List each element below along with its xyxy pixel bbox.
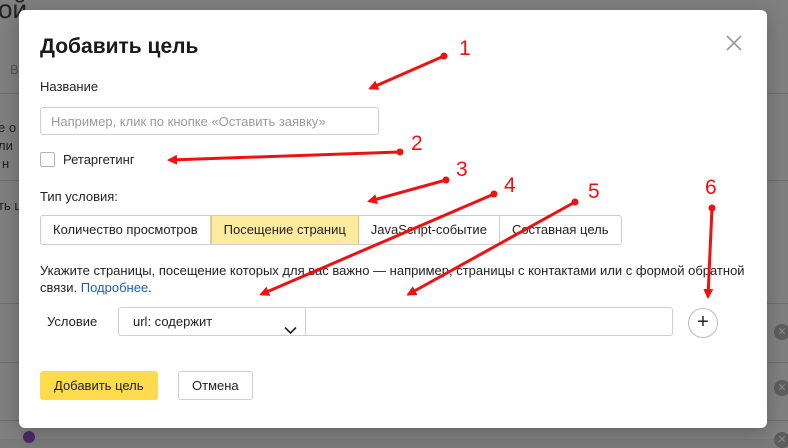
annotation-number: 5 (588, 180, 600, 203)
add-goal-modal: Добавить цель Название Ретаргетинг Тип у… (19, 10, 767, 428)
background-text: ли (0, 138, 13, 153)
condition-operator-select[interactable]: url: содержит (118, 307, 306, 336)
retargeting-checkbox[interactable] (40, 152, 55, 167)
condition-type-composite-goal[interactable]: Составная цель (499, 216, 621, 244)
cancel-button[interactable]: Отмена (178, 371, 253, 400)
retargeting-label: Ретаргетинг (63, 152, 135, 167)
modal-title: Добавить цель (40, 35, 199, 58)
condition-label: Условие (47, 314, 98, 329)
background-text: е о (0, 120, 17, 135)
retargeting-option[interactable]: Ретаргетинг (40, 152, 135, 167)
goal-name-input[interactable] (40, 107, 379, 135)
hint-end: . (148, 280, 152, 295)
annotation-number: 3 (456, 158, 468, 181)
annotation-number: 1 (459, 37, 471, 60)
background-text: н (2, 156, 10, 171)
annotation-number: 4 (504, 174, 516, 197)
background-remove-icon: ✕ (774, 324, 788, 340)
condition-value-input[interactable] (306, 307, 673, 336)
annotation-number: 6 (705, 176, 717, 199)
condition-operator-value: url: содержит (133, 314, 213, 329)
condition-hint: Укажите страницы, посещение которых для … (40, 262, 750, 296)
add-condition-button[interactable]: + (688, 308, 718, 338)
chevron-down-icon (284, 317, 297, 344)
condition-type-page-visit[interactable]: Посещение страниц (210, 216, 359, 244)
annotation-number: 2 (411, 132, 423, 155)
close-icon[interactable] (725, 34, 743, 52)
background-text: В (10, 62, 19, 77)
condition-type-javascript-event[interactable]: JavaScript-событие (358, 216, 500, 244)
learn-more-link[interactable]: Подробнее (81, 280, 148, 295)
background-remove-icon: ✕ (774, 380, 788, 396)
condition-type-switch: Количество просмотров Посещение страниц … (40, 215, 622, 245)
name-label: Название (40, 79, 99, 94)
condition-type-label: Тип условия: (40, 189, 118, 204)
condition-type-pageviews[interactable]: Количество просмотров (41, 216, 211, 244)
background-dot-icon (23, 431, 35, 443)
add-goal-button[interactable]: Добавить цель (40, 371, 158, 400)
background-remove-icon: ✕ (774, 432, 788, 448)
